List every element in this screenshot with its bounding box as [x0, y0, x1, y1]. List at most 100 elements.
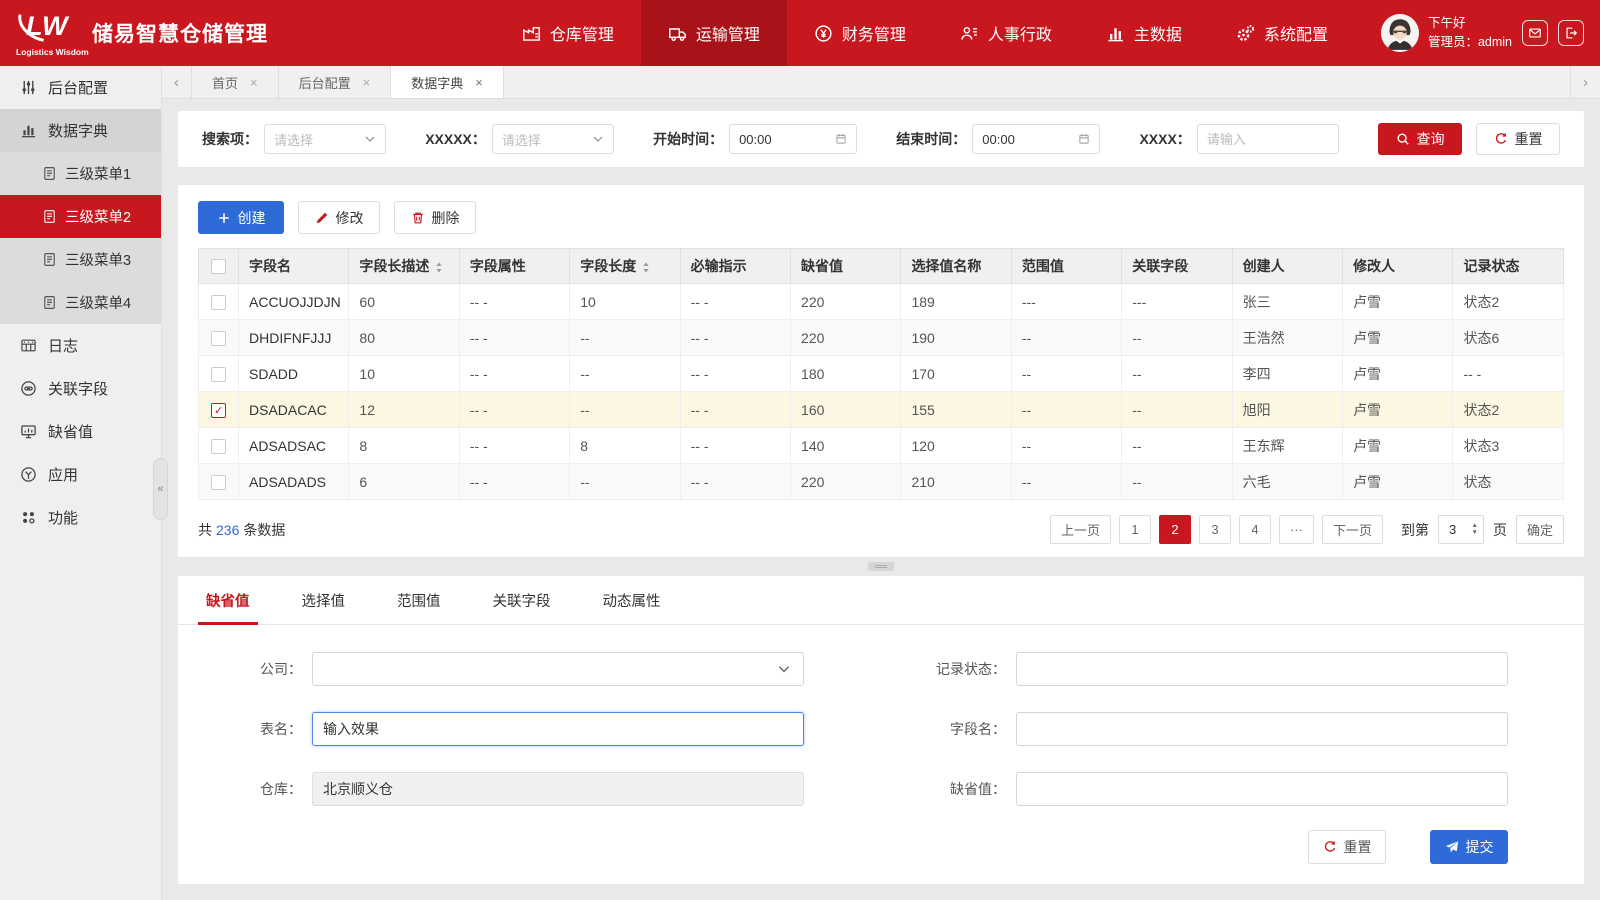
- tabs-scroll-left-icon[interactable]: ‹: [162, 66, 192, 98]
- sidebar-item-label: 关联字段: [48, 378, 108, 399]
- search-buttons: 查询 重置: [1378, 123, 1560, 155]
- table-row[interactable]: DHDIFNFJJJ80-- ----- -220190----王浩然卢雪状态6: [199, 320, 1564, 356]
- detail-tab-缺省值[interactable]: 缺省值: [180, 576, 276, 624]
- edit-button-label: 修改: [336, 208, 364, 228]
- row-checkbox[interactable]: [211, 439, 226, 454]
- sort-icon[interactable]: [435, 262, 443, 273]
- table-cell: 220: [791, 284, 901, 320]
- sidebar-item-应用[interactable]: 应用: [0, 453, 161, 496]
- page-button-3[interactable]: 3: [1199, 515, 1231, 544]
- close-icon[interactable]: ×: [250, 75, 258, 90]
- column-header-label: 必输指示: [691, 258, 747, 274]
- next-page-button[interactable]: 下一页: [1322, 515, 1383, 544]
- prev-page-button[interactable]: 上一页: [1050, 515, 1111, 544]
- table-row[interactable]: ADSADSAC8-- -8-- -140120----王东辉卢雪状态3: [199, 428, 1564, 464]
- goto-page-value: 3: [1449, 522, 1456, 537]
- sidebar-item-功能[interactable]: 功能: [0, 496, 161, 539]
- detail-tab-动态属性[interactable]: 动态属性: [577, 576, 687, 624]
- sidebar-item-日志[interactable]: 日志: [0, 324, 161, 367]
- page-button-1[interactable]: 1: [1119, 515, 1151, 544]
- row-checkbox[interactable]: [211, 331, 226, 346]
- column-header-字段长度[interactable]: 字段长度: [570, 249, 680, 284]
- column-header-label: 修改人: [1353, 258, 1395, 274]
- row-checkbox[interactable]: [211, 403, 226, 418]
- record-status-input[interactable]: [1016, 652, 1508, 686]
- search-item-select[interactable]: 请选择: [264, 124, 386, 154]
- page-button-···[interactable]: ···: [1279, 515, 1314, 544]
- create-button[interactable]: 创建: [198, 201, 284, 234]
- column-header-记录状态: 记录状态: [1453, 249, 1564, 284]
- start-time-input[interactable]: 00:00: [729, 124, 857, 154]
- end-time-input[interactable]: 00:00: [972, 124, 1100, 154]
- table-cell: -- -: [459, 392, 569, 428]
- table-cell: 状态6: [1453, 320, 1564, 356]
- mail-button[interactable]: [1522, 20, 1548, 46]
- row-checkbox[interactable]: [211, 475, 226, 490]
- nav-item-系统配置[interactable]: 系统配置: [1209, 0, 1355, 66]
- close-icon[interactable]: ×: [363, 75, 371, 90]
- sidebar-collapse-handle[interactable]: «: [153, 458, 168, 520]
- nav-item-仓库管理[interactable]: 仓库管理: [495, 0, 641, 66]
- edit-button[interactable]: 修改: [298, 201, 380, 234]
- row-checkbox[interactable]: [211, 367, 226, 382]
- nav-item-人事行政[interactable]: 人事行政: [933, 0, 1079, 66]
- table-cell: -- -: [680, 428, 790, 464]
- goto-page-input[interactable]: 3 ▲▼: [1438, 515, 1484, 544]
- detail-tab-范围值[interactable]: 范围值: [371, 576, 467, 624]
- splitter-handle[interactable]: [868, 562, 894, 571]
- table-cell: 旭阳: [1232, 392, 1342, 428]
- sidebar-item-缺省值[interactable]: 缺省值: [0, 410, 161, 453]
- sidebar-item-关联字段[interactable]: 关联字段: [0, 367, 161, 410]
- table-cell: 李四: [1232, 356, 1342, 392]
- table-cell: 180: [791, 356, 901, 392]
- search-reset-button[interactable]: 重置: [1476, 123, 1560, 155]
- logout-button[interactable]: [1558, 20, 1584, 46]
- default-value-input[interactable]: [1016, 772, 1508, 806]
- sidebar-item-三级菜单1[interactable]: 三级菜单1: [0, 152, 161, 195]
- query-button[interactable]: 查询: [1378, 123, 1462, 155]
- table-row[interactable]: ADSADADS6-- ----- -220210----六毛卢雪状态: [199, 464, 1564, 500]
- submit-button[interactable]: 提交: [1430, 830, 1508, 864]
- row-checkbox[interactable]: [211, 295, 226, 310]
- company-select[interactable]: [312, 652, 804, 686]
- spinner-arrows-icon[interactable]: ▲▼: [1472, 523, 1478, 537]
- sliders-icon: [20, 79, 37, 96]
- user-area: 下午好 管理员：admin: [1355, 0, 1600, 66]
- select-all-checkbox[interactable]: [211, 259, 226, 274]
- bar-chart-icon: [1106, 24, 1125, 43]
- goto-confirm-button[interactable]: 确定: [1516, 515, 1564, 544]
- xxxxx-select[interactable]: 请选择: [492, 124, 614, 154]
- nav-item-主数据[interactable]: 主数据: [1079, 0, 1209, 66]
- tab-后台配置[interactable]: 后台配置×: [279, 66, 392, 98]
- sidebar-item-三级菜单2[interactable]: 三级菜单2: [0, 195, 161, 238]
- xxxx-input[interactable]: [1197, 124, 1339, 154]
- sidebar-group-数据字典[interactable]: 数据字典: [0, 109, 161, 152]
- table-cell: 170: [901, 356, 1011, 392]
- field-name-input[interactable]: [1016, 712, 1508, 746]
- table-row[interactable]: ACCUOJJDJN60-- -10-- -220189------张三卢雪状态…: [199, 284, 1564, 320]
- sidebar-item-后台配置[interactable]: 后台配置: [0, 66, 161, 109]
- detail-tab-关联字段[interactable]: 关联字段: [467, 576, 577, 624]
- column-header-字段长描述[interactable]: 字段长描述: [349, 249, 459, 284]
- sidebar-item-三级菜单4[interactable]: 三级菜单4: [0, 281, 161, 324]
- nav-item-运输管理[interactable]: 运输管理: [641, 0, 787, 66]
- sidebar-item-label: 数据字典: [48, 120, 108, 141]
- sidebar-item-三级菜单3[interactable]: 三级菜单3: [0, 238, 161, 281]
- column-header-label: 创建人: [1243, 258, 1285, 274]
- table-row[interactable]: SDADD10-- ----- -180170----李四卢雪-- -: [199, 356, 1564, 392]
- tab-首页[interactable]: 首页×: [192, 66, 279, 98]
- tab-数据字典[interactable]: 数据字典×: [391, 66, 504, 98]
- avatar[interactable]: [1381, 14, 1419, 52]
- table-row[interactable]: DSADACAC12-- ----- -160155----旭阳卢雪状态2: [199, 392, 1564, 428]
- close-icon[interactable]: ×: [475, 75, 483, 90]
- detail-tab-选择值[interactable]: 选择值: [276, 576, 372, 624]
- tabs-scroll-right-icon[interactable]: ›: [1570, 66, 1600, 98]
- page-button-4[interactable]: 4: [1239, 515, 1271, 544]
- nav-item-财务管理[interactable]: 财务管理: [787, 0, 933, 66]
- page-button-2[interactable]: 2: [1159, 515, 1191, 544]
- table-cell: 80: [349, 320, 459, 356]
- sort-icon[interactable]: [642, 262, 650, 273]
- delete-button[interactable]: 删除: [394, 201, 476, 234]
- table-name-input[interactable]: [312, 712, 804, 746]
- form-reset-button[interactable]: 重置: [1308, 830, 1386, 864]
